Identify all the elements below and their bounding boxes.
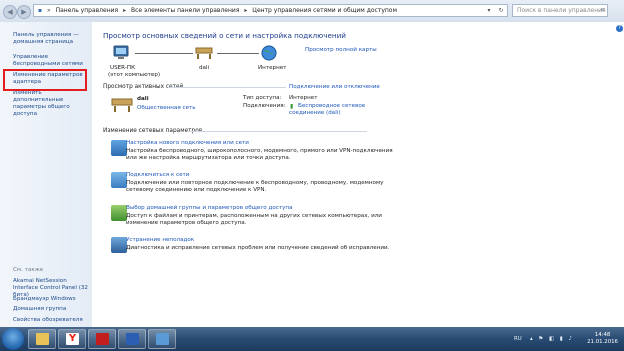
folder-icon [36, 333, 49, 345]
tray-icons[interactable]: ▴ ⚑ ◧ ▮ ♪ [530, 336, 590, 342]
breadcrumb-item[interactable]: Все элементы панели управления [131, 7, 239, 14]
wireless-connection-link-2[interactable]: соединение (dali) [289, 110, 341, 116]
task-desc: Настройка беспроводного, широкополосного… [126, 148, 393, 154]
breadcrumb-item[interactable]: Панель управления [56, 7, 119, 14]
task-desc: Диагностика и исправление сетевых пробле… [126, 245, 390, 251]
task-desc: изменение параметров общего доступа. [126, 220, 247, 226]
task-new-connection-link[interactable]: Настройка нового подключения или сети [126, 140, 249, 146]
node-net-name: dali [199, 65, 210, 71]
map-link-line [217, 53, 259, 54]
taskbar-yandex[interactable]: Y [58, 329, 86, 349]
address-bar[interactable]: ▪ » Панель управления ▸ Все элементы пан… [33, 4, 508, 17]
computer-icon [113, 45, 129, 59]
access-type-label: Тип доступа: [243, 95, 282, 101]
word-icon [126, 333, 139, 345]
divider [168, 87, 286, 88]
taskbar-control-panel[interactable] [148, 329, 176, 349]
node-pc-sub: (этот компьютер) [108, 72, 161, 78]
sidebar-item-home[interactable]: Панель управления — домашняя страница [13, 32, 91, 46]
taskbar-acrobat[interactable] [88, 329, 116, 349]
pdf-icon [96, 333, 109, 345]
start-button[interactable] [2, 328, 24, 350]
network-bench-icon [111, 98, 133, 112]
page-title: Просмотр основных сведений о сети и наст… [103, 31, 346, 40]
address-toolbar: ◀ ▶ ▪ » Панель управления ▸ Все элементы… [0, 0, 624, 23]
wifi-signal-icon: ▮ [290, 103, 294, 110]
homegroup-icon [111, 205, 127, 221]
divider [187, 131, 367, 132]
wireless-connection-link[interactable]: Беспроводное сетевое [298, 103, 365, 109]
sidebar: Панель управления — домашняя страница Уп… [0, 22, 92, 327]
task-desc: или же настройка маршрутизатора или точк… [126, 155, 291, 161]
taskbar-word[interactable] [118, 329, 146, 349]
connect-disconnect-link[interactable]: Подключение или отключение [289, 84, 380, 90]
search-input[interactable]: Поиск в панели управления ⌕ [512, 4, 608, 17]
network-bench-icon [195, 47, 213, 59]
taskbar-explorer[interactable] [28, 329, 56, 349]
map-link-line [135, 53, 193, 54]
network-type-link[interactable]: Общественная сеть [137, 105, 196, 111]
breadcrumb-item[interactable]: Центр управления сетями и общим доступом [252, 7, 397, 14]
task-connect-link[interactable]: Подключиться к сети [126, 172, 189, 178]
search-icon: ⌕ [600, 5, 605, 14]
refresh-icon[interactable]: ↻ [495, 5, 507, 16]
connections-label: Подключения: [243, 103, 286, 109]
task-desc: Доступ к файлам и принтерам, расположенн… [126, 213, 382, 219]
sidebar-item-wireless[interactable]: Управление беспроводными сетями [13, 54, 91, 68]
clock[interactable]: 14:48 21.01.2016 [587, 332, 618, 346]
clock-time: 14:48 [594, 332, 611, 338]
access-type-value: Интернет [289, 95, 318, 101]
task-troubleshoot-link[interactable]: Устранение неполадок [126, 237, 194, 243]
task-desc: сетевому соединению или подключение к VP… [126, 187, 267, 193]
globe-icon [261, 45, 277, 61]
forward-button[interactable]: ▶ [17, 5, 31, 19]
control-panel-icon: ▪ [38, 7, 43, 14]
task-desc: Подключение или повторное подключение к … [126, 180, 384, 186]
see-also-firewall[interactable]: Брандмауэр Windows [13, 296, 91, 303]
taskbar: Y RU ▴ ⚑ ◧ ▮ ♪ 14:48 21.01.2016 [0, 327, 624, 351]
highlight-box [3, 69, 87, 91]
new-connection-icon [111, 140, 127, 156]
connect-network-icon [111, 172, 127, 188]
dropdown-icon[interactable]: ▾ [483, 5, 495, 16]
sidebar-item-sharing[interactable]: Изменить дополнительные параметры общего… [13, 90, 91, 118]
clock-date: 21.01.2016 [587, 339, 618, 345]
see-also-internet-options[interactable]: Свойства обозревателя [13, 317, 91, 324]
see-also-title: См. также [13, 267, 44, 273]
see-also-homegroup[interactable]: Домашняя группа [13, 306, 91, 313]
network-name: dali [137, 96, 149, 102]
control-panel-icon [156, 333, 169, 345]
troubleshoot-icon [111, 237, 127, 253]
help-icon[interactable]: ? [616, 25, 623, 32]
full-map-link[interactable]: Просмотр полной карты [305, 47, 377, 53]
node-internet: Интернет [258, 65, 287, 71]
yandex-icon: Y [66, 333, 79, 345]
node-pc-name: USER-ПК [110, 65, 136, 71]
back-button[interactable]: ◀ [3, 5, 17, 19]
task-homegroup-link[interactable]: Выбор домашней группы и параметров общег… [126, 205, 293, 211]
language-indicator[interactable]: RU [514, 336, 522, 342]
